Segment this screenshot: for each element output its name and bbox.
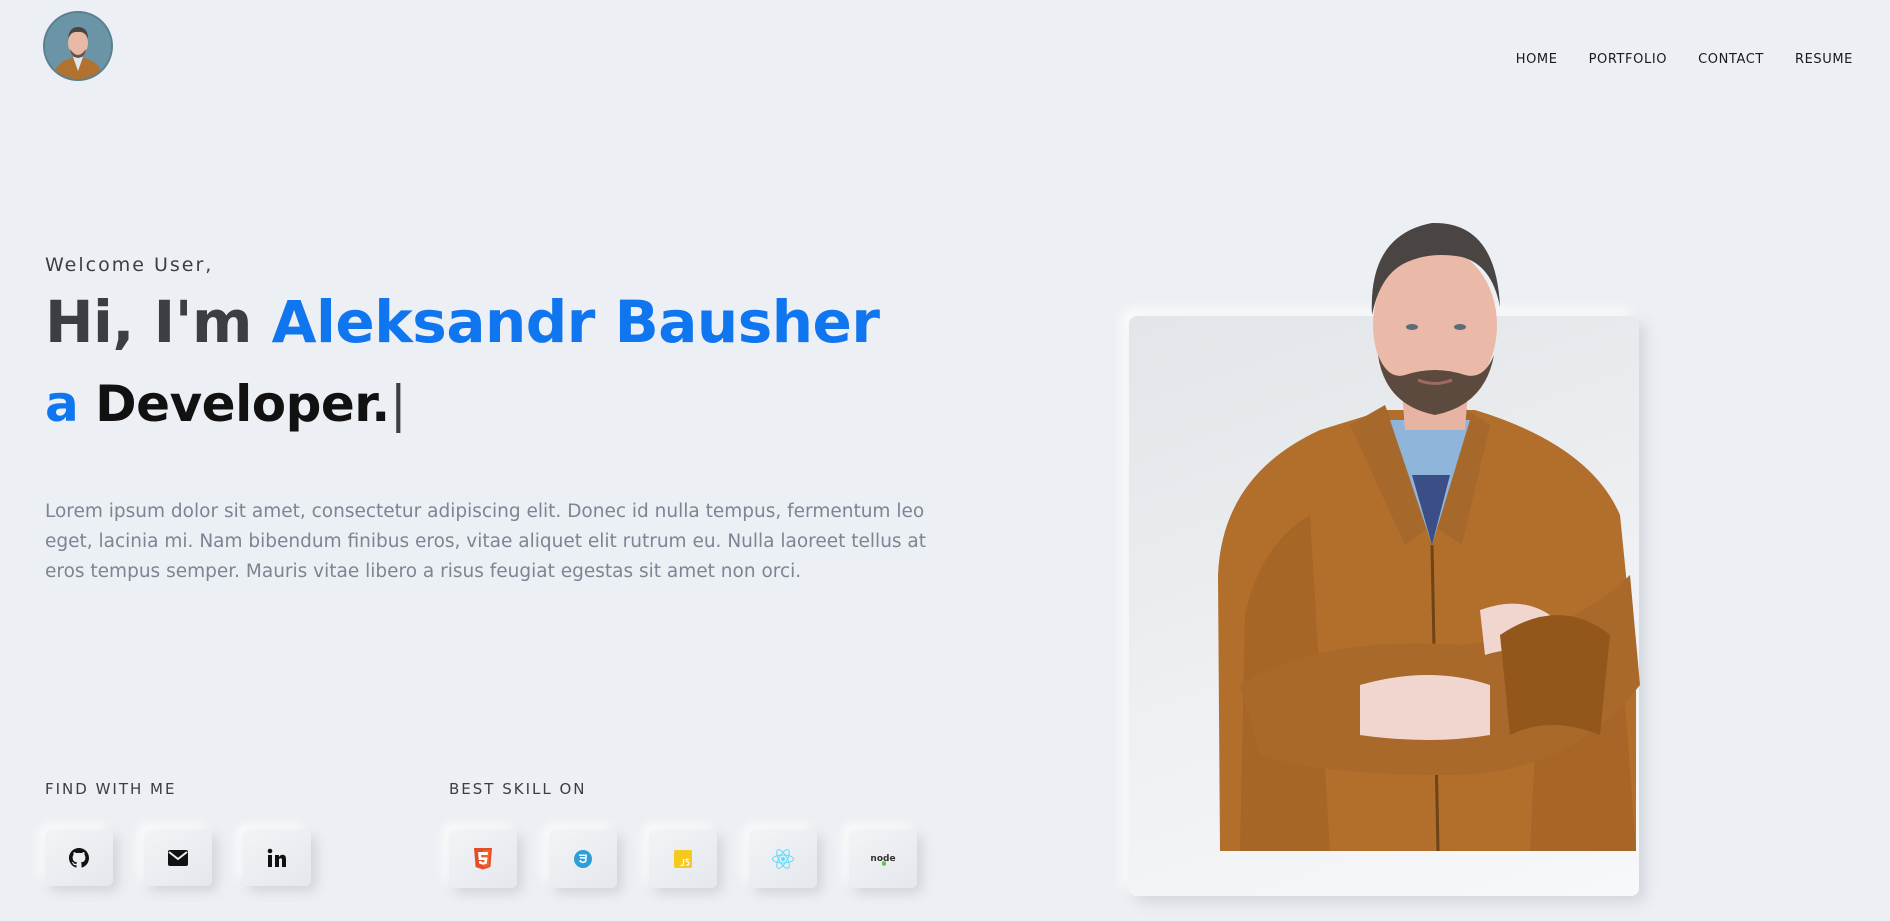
best-skill-label: BEST SKILL ON — [449, 780, 587, 798]
react-icon — [772, 849, 794, 869]
html5-icon — [474, 848, 492, 870]
skill-html5[interactable] — [449, 830, 517, 888]
skill-nodejs[interactable]: node — [849, 830, 917, 888]
css3-icon — [574, 850, 592, 868]
linkedin-icon — [267, 848, 286, 867]
nav-contact[interactable]: CONTACT — [1698, 52, 1764, 67]
github-link[interactable] — [45, 830, 113, 886]
hero-name: Aleksandr Bausher — [271, 288, 880, 356]
nav-portfolio[interactable]: PORTFOLIO — [1589, 52, 1668, 67]
avatar[interactable] — [45, 13, 111, 79]
hero-description: Lorem ipsum dolor sit amet, consectetur … — [45, 500, 927, 582]
nav-home[interactable]: HOME — [1516, 52, 1558, 67]
email-link[interactable] — [144, 830, 212, 886]
role-text: Developer. — [95, 375, 390, 433]
mail-icon — [168, 850, 188, 866]
main-nav: HOME PORTFOLIO CONTACT RESUME — [1485, 52, 1853, 67]
nodejs-icon: node — [870, 854, 896, 866]
hero-role-line: a Developer.| — [45, 375, 407, 433]
role-article: a — [45, 375, 79, 433]
social-links — [45, 830, 342, 886]
portrait-photo — [1218, 222, 1640, 851]
skills-list: node — [449, 830, 949, 888]
github-icon — [69, 848, 89, 868]
hero-heading: Hi, I'm Aleksandr Bausher — [45, 288, 880, 356]
nav-resume[interactable]: RESUME — [1795, 52, 1853, 67]
greeting-text: Hi, I'm — [45, 288, 272, 356]
find-with-me-label: FIND WITH ME — [45, 780, 177, 798]
skill-react[interactable] — [749, 830, 817, 888]
skill-javascript[interactable] — [649, 830, 717, 888]
skill-css3[interactable] — [549, 830, 617, 888]
linkedin-link[interactable] — [243, 830, 311, 886]
javascript-icon — [674, 850, 692, 868]
typing-cursor: | — [389, 375, 407, 433]
welcome-text: Welcome User, — [45, 254, 214, 276]
